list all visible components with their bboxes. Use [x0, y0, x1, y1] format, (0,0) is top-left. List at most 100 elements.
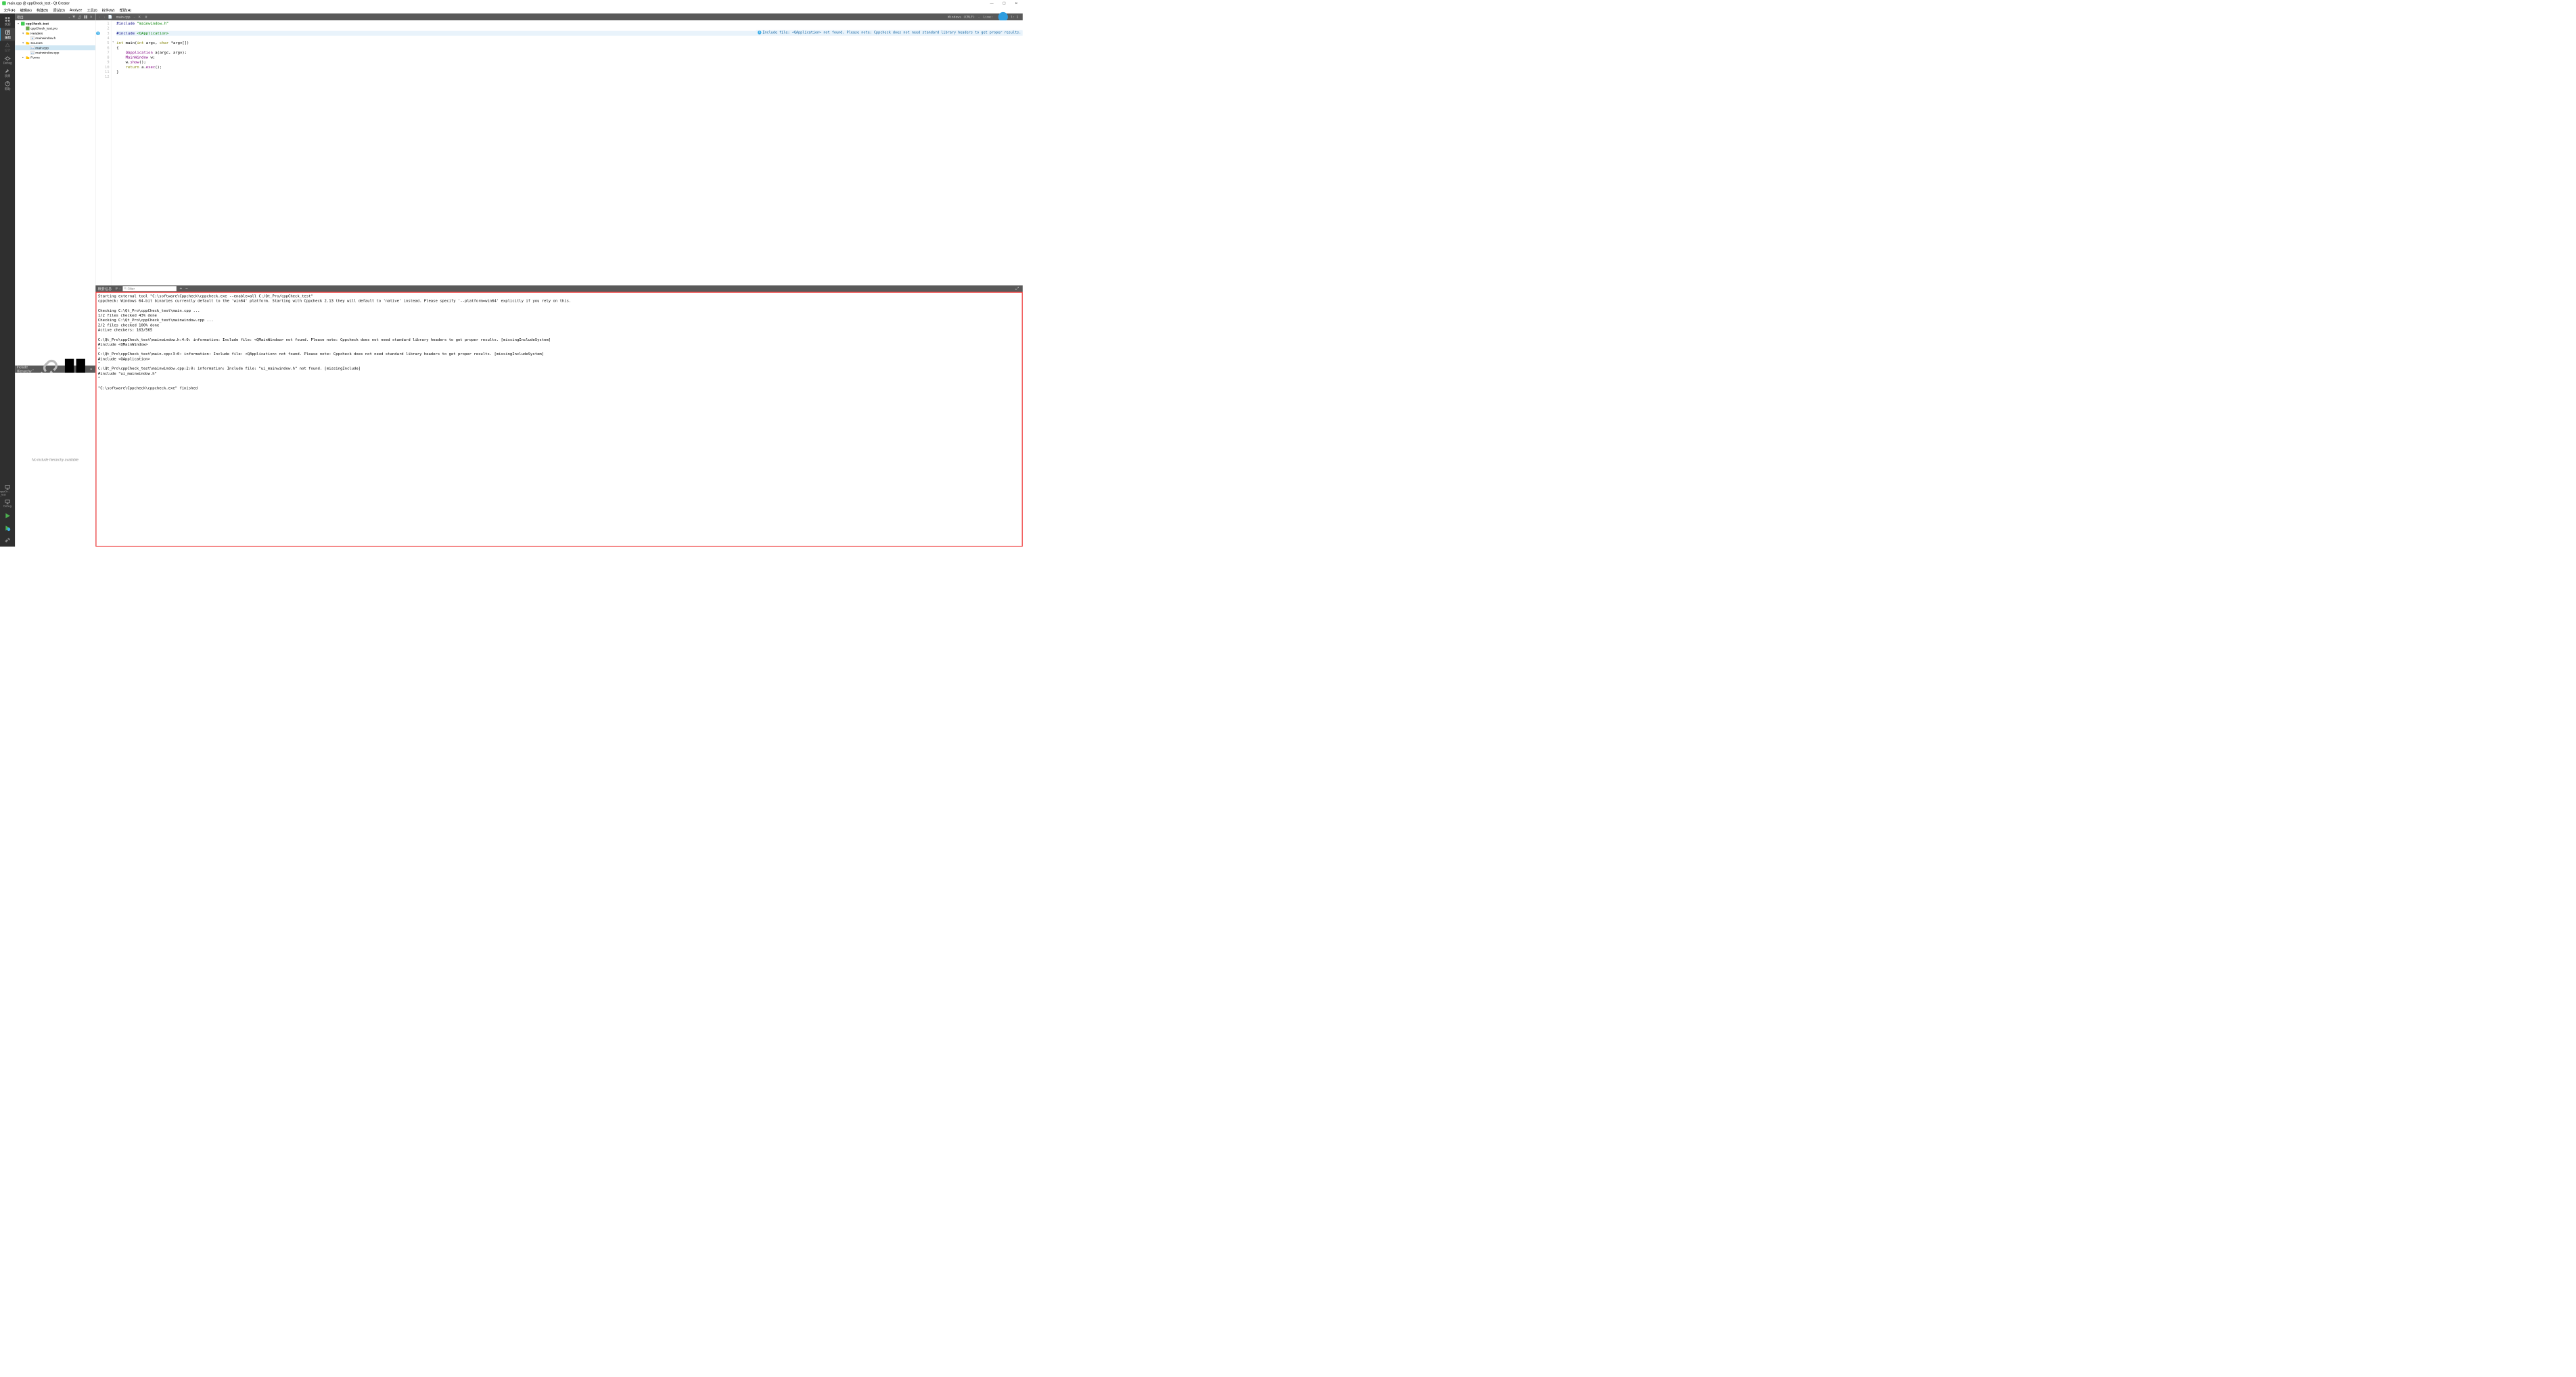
- code-line[interactable]: [116, 36, 1022, 41]
- nav-forward-button[interactable]: ›: [102, 15, 107, 19]
- link-icon[interactable]: [78, 15, 82, 19]
- kit-selector[interactable]: cppCh…_test: [0, 484, 15, 496]
- tree-node[interactable]: c++mainwindow.cpp: [15, 50, 95, 55]
- line-number[interactable]: 6: [100, 45, 109, 50]
- expand-arrow-icon[interactable]: ▾: [17, 22, 20, 25]
- line-number[interactable]: 4: [100, 36, 109, 41]
- menu-item[interactable]: 编辑(E): [18, 7, 34, 14]
- menu-item[interactable]: 调试(D): [51, 7, 67, 14]
- pro-icon: [26, 26, 30, 30]
- line-number[interactable]: 10: [100, 65, 109, 70]
- menu-item[interactable]: 控件(W): [100, 7, 117, 14]
- expand-arrow-icon[interactable]: ▾: [22, 32, 25, 34]
- close-panel-icon[interactable]: ✕: [89, 15, 94, 19]
- line-number[interactable]: 8: [100, 55, 109, 60]
- proj-icon: [21, 22, 25, 26]
- menu-item[interactable]: Analyze: [68, 7, 85, 13]
- output-pane-body[interactable]: Starting external tool "C:\software\Cppc…: [95, 291, 1022, 546]
- window-title: main.cpp @ cppCheck_test - Qt Creator: [7, 1, 70, 5]
- folder-icon: [26, 55, 30, 60]
- mode-edit[interactable]: 编辑: [0, 28, 15, 41]
- code-line[interactable]: }: [116, 70, 1022, 74]
- zoom-out-button[interactable]: −: [184, 286, 189, 291]
- editor-filename[interactable]: main.cpp: [114, 15, 133, 19]
- code-line[interactable]: {: [116, 45, 1022, 50]
- maximize-output-button[interactable]: ⤢: [1014, 286, 1021, 291]
- col-indicator[interactable]: l: 1: [1008, 15, 1021, 19]
- close-panel-icon[interactable]: ✕: [89, 367, 94, 371]
- code-line[interactable]: MainWindow w;: [116, 55, 1022, 60]
- folder-icon: [26, 41, 30, 45]
- code-line[interactable]: w.show();: [116, 60, 1022, 65]
- project-tree[interactable]: ▾cppCheck_testcppCheck_test.pro▾Headersh…: [15, 20, 95, 365]
- line-number[interactable]: 1: [100, 21, 109, 26]
- next-item-button[interactable]: ›: [120, 287, 121, 291]
- tree-node[interactable]: ▾ cppCheck_test: [15, 21, 95, 26]
- code-line[interactable]: #include "mainwindow.h": [116, 21, 1022, 26]
- dropdown-icon[interactable]: ⌄: [68, 15, 71, 19]
- code-line[interactable]: int main(int argc, char *argv[]): [116, 41, 1022, 45]
- tree-node[interactable]: ▾ Headers: [15, 31, 95, 36]
- play-debug-icon: [4, 524, 12, 532]
- code-line[interactable]: return a.exec();: [116, 65, 1022, 70]
- code-line[interactable]: QApplication a(argc, argv);: [116, 50, 1022, 55]
- include-hierarchy-empty: No include hierarchy available: [15, 373, 95, 546]
- mode-label: 帮助: [5, 87, 11, 91]
- tree-node[interactable]: ▸ Forms: [15, 55, 95, 60]
- tree-node-label: mainwindow.cpp: [35, 51, 59, 55]
- svg-text:c++: c++: [31, 51, 34, 54]
- output-pane-title[interactable]: 概要信息: [98, 286, 115, 291]
- zoom-in-button[interactable]: +: [178, 286, 183, 291]
- h-icon: h: [30, 37, 34, 41]
- encoding-selector[interactable]: Windows (CRLF): [945, 15, 978, 19]
- line-number[interactable]: 11: [100, 70, 109, 74]
- line-number[interactable]: 9: [100, 60, 109, 65]
- tree-node[interactable]: c++main.cpp: [15, 45, 95, 50]
- menu-item[interactable]: 帮助(H): [117, 7, 133, 14]
- filter-icon[interactable]: [72, 15, 76, 19]
- expand-arrow-icon[interactable]: ▾: [22, 41, 25, 44]
- split-icon[interactable]: [84, 15, 88, 19]
- window-minimize-button[interactable]: —: [988, 1, 996, 6]
- build-config-selector[interactable]: Debug: [0, 496, 15, 509]
- line-indicator[interactable]: Line:: [980, 15, 995, 19]
- inline-diagnostic-banner[interactable]: i Include file: <QApplication> not found…: [756, 30, 1023, 34]
- window-close-button[interactable]: ✕: [1012, 1, 1020, 6]
- line-number[interactable]: 5: [100, 41, 109, 45]
- tree-node[interactable]: ▾Sources: [15, 41, 95, 45]
- mode-design[interactable]: 设计: [0, 41, 15, 53]
- close-file-button[interactable]: ✕: [136, 15, 143, 19]
- mode-label: 欢迎: [5, 22, 11, 26]
- tree-node[interactable]: cppCheck_test.pro: [15, 26, 95, 31]
- menu-item[interactable]: 工具(I): [85, 7, 99, 14]
- project-panel-title[interactable]: 项目: [17, 14, 68, 20]
- line-number[interactable]: 2: [100, 26, 109, 31]
- menu-item[interactable]: 文件(F): [1, 7, 17, 14]
- window-maximize-button[interactable]: ☐: [1000, 1, 1009, 6]
- tree-node[interactable]: hmainwindow.h: [15, 36, 95, 41]
- debug-button[interactable]: [0, 522, 15, 534]
- tree-node-label: Headers: [30, 31, 43, 35]
- info-marker-icon[interactable]: i: [96, 31, 100, 35]
- project-panel-header: 项目 ⌄ ✕: [15, 14, 95, 20]
- symbol-selector[interactable]: #: [143, 15, 150, 19]
- nav-back-button[interactable]: ‹: [97, 15, 102, 19]
- menu-item[interactable]: 构建(B): [34, 7, 51, 14]
- line-number[interactable]: 3: [100, 31, 109, 36]
- tree-node-label: cppCheck_test: [26, 22, 49, 26]
- mode-bug[interactable]: Debug: [0, 53, 15, 66]
- run-button[interactable]: [0, 510, 15, 522]
- code-line[interactable]: [116, 74, 1022, 79]
- mode-label: 项目: [5, 74, 11, 78]
- mode-wrench[interactable]: 项目: [0, 66, 15, 79]
- line-number[interactable]: 7: [100, 50, 109, 55]
- mode-help[interactable]: 帮助: [0, 80, 15, 93]
- build-button[interactable]: [0, 534, 15, 546]
- tree-node-label: Forms: [30, 55, 39, 60]
- line-number[interactable]: 12: [100, 74, 109, 79]
- search-icon: [124, 287, 127, 290]
- code-editor[interactable]: i 123456789101112 ▾ i Include file: <QAp…: [95, 20, 1022, 285]
- expand-arrow-icon[interactable]: ▸: [22, 56, 25, 59]
- output-filter-input[interactable]: [122, 286, 176, 291]
- mode-grid[interactable]: 欢迎: [0, 15, 15, 28]
